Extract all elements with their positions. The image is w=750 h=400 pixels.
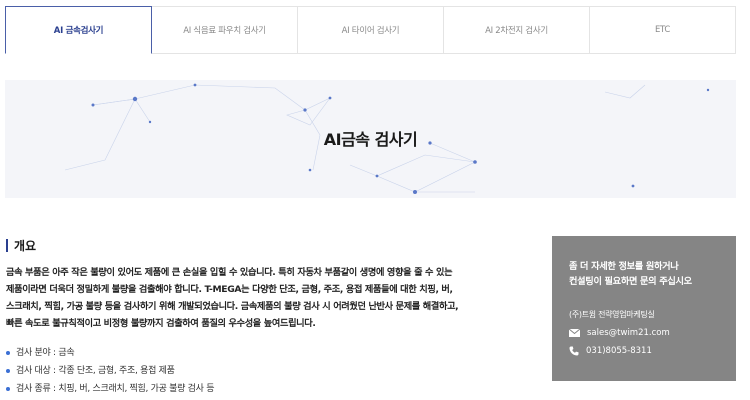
bullet-dot-icon xyxy=(6,387,10,391)
contact-headline: 좀 더 자세한 정보를 원하거나 컨설팅이 필요하면 문의 주십시오 xyxy=(569,259,692,289)
heading-accent-bar xyxy=(6,238,8,252)
category-tabs: AI 금속검사기 AI 식음료 파우치 검사기 AI 타이어 검사기 AI 2차… xyxy=(5,6,736,54)
overview-description: 금속 부품은 아주 작은 불량이 있어도 제품에 큰 손실을 입힐 수 있습니다… xyxy=(6,264,536,332)
overview-heading: 개요 xyxy=(6,238,37,253)
contact-phone[interactable]: 031)8055-8311 xyxy=(586,346,652,356)
contact-email-row[interactable]: sales@twim21.com xyxy=(569,328,670,338)
contact-email[interactable]: sales@twim21.com xyxy=(587,328,670,338)
description-line: 금속 부품은 아주 작은 불량이 있어도 제품에 큰 손실을 입힐 수 있습니다… xyxy=(6,267,453,278)
overview-title: 개요 xyxy=(14,238,37,253)
spec-text: 검사 종류 : 치핑, 버, 스크래치, 찍힘, 가공 불량 검사 등 xyxy=(16,384,215,394)
phone-icon xyxy=(569,346,579,356)
description-line: 빠른 속도로 불규칙적이고 비정형 불량까지 검출하여 품질의 우수성을 높여드… xyxy=(6,318,316,329)
hero-banner: AI금속 검사기 xyxy=(5,80,736,198)
tab-ai-food-pouch-inspector[interactable]: AI 식음료 파우치 검사기 xyxy=(152,6,298,54)
envelope-icon xyxy=(569,329,580,337)
contact-box: 좀 더 자세한 정보를 원하거나 컨설팅이 필요하면 문의 주십시오 (주)트윔… xyxy=(552,236,736,381)
spec-text: 검사 대상 : 각종 단조, 금형, 주조, 용접 제품 xyxy=(16,366,175,376)
contact-phone-row[interactable]: 031)8055-8311 xyxy=(569,346,652,356)
tab-ai-battery-inspector[interactable]: AI 2차전지 검사기 xyxy=(444,6,590,54)
banner-title: AI금속 검사기 xyxy=(323,130,418,149)
list-item: 검사 대상 : 각종 단조, 금형, 주조, 용접 제품 xyxy=(6,362,214,380)
contact-headline-line: 좀 더 자세한 정보를 원하거나 xyxy=(569,261,679,272)
contact-company: (주)트윔 전략영업마케팅실 xyxy=(569,310,655,319)
tab-ai-metal-inspector[interactable]: AI 금속검사기 xyxy=(5,6,152,54)
spec-text: 검사 분야 : 금속 xyxy=(16,348,75,358)
list-item: 검사 분야 : 금속 xyxy=(6,344,214,362)
bullet-dot-icon xyxy=(6,351,10,355)
description-line: 스크래치, 찍힘, 가공 불량 등을 검사하기 위해 개발되었습니다. 금속제품… xyxy=(6,301,459,312)
tab-ai-tire-inspector[interactable]: AI 타이어 검사기 xyxy=(298,6,444,54)
description-line: 제품이라면 더욱더 정밀하게 불량을 검출해야 합니다. T-MEGA는 다양한… xyxy=(6,284,453,295)
contact-headline-line: 컨설팅이 필요하면 문의 주십시오 xyxy=(569,276,692,287)
list-item: 검사 종류 : 치핑, 버, 스크래치, 찍힘, 가공 불량 검사 등 xyxy=(6,380,214,398)
tab-etc[interactable]: ETC xyxy=(590,6,736,54)
spec-list: 검사 분야 : 금속 검사 대상 : 각종 단조, 금형, 주조, 용접 제품 … xyxy=(6,344,214,398)
bullet-dot-icon xyxy=(6,369,10,373)
